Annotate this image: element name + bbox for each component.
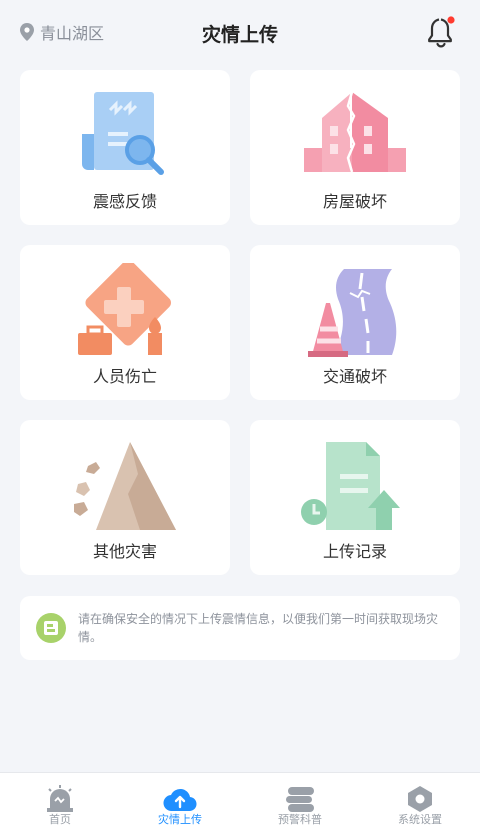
tab-disaster-upload[interactable]: 灾情上传 xyxy=(120,773,240,834)
page-title: 灾情上传 xyxy=(201,24,278,46)
card-label: 房屋破坏 xyxy=(322,192,387,211)
tab-warning-science[interactable]: 预警科普 xyxy=(240,773,360,834)
landslide-icon xyxy=(74,442,176,530)
card-casualties[interactable]: 人员伤亡 xyxy=(20,245,230,400)
card-label: 其他灾害 xyxy=(92,542,157,561)
notice-icon xyxy=(36,613,66,643)
card-other-disasters[interactable]: 其他灾害 xyxy=(20,420,230,575)
upload-record-icon xyxy=(301,442,400,530)
card-traffic-damage[interactable]: 交通破坏 xyxy=(250,245,460,400)
tab-label: 预警科普 xyxy=(278,813,322,826)
card-label: 震感反馈 xyxy=(92,192,157,211)
tab-label: 系统设置 xyxy=(398,813,442,826)
tab-settings[interactable]: 系统设置 xyxy=(360,773,480,834)
card-label: 上传记录 xyxy=(322,542,387,561)
alarm-icon xyxy=(47,785,73,812)
book-icon xyxy=(286,787,314,812)
cloud-upload-icon xyxy=(163,788,197,812)
cracked-road-icon xyxy=(308,269,397,357)
tab-label: 首页 xyxy=(49,813,71,826)
category-grid: 震感反馈 房屋破坏 人员伤亡 交通破坏 其他灾害 上传记录 xyxy=(20,70,460,575)
tab-label: 灾情上传 xyxy=(158,813,202,826)
tab-home[interactable]: 首页 xyxy=(0,773,120,834)
card-house-damage[interactable]: 房屋破坏 xyxy=(250,70,460,225)
bell-icon xyxy=(428,16,455,48)
header: 青山湖区 灾情上传 xyxy=(0,0,480,64)
first-aid-icon xyxy=(78,263,172,355)
cracked-building-icon xyxy=(304,91,406,173)
card-shake-feedback[interactable]: 震感反馈 xyxy=(20,70,230,225)
card-label: 交通破坏 xyxy=(322,367,387,386)
card-label: 人员伤亡 xyxy=(92,367,157,386)
notification-dot xyxy=(447,16,455,24)
card-upload-records[interactable]: 上传记录 xyxy=(250,420,460,575)
bottom-tab-bar: 首页 灾情上传 预警科普 系统设置 xyxy=(0,772,480,834)
settings-icon xyxy=(408,786,432,812)
document-search-icon xyxy=(82,92,164,175)
notice-text: 请在确保安全的情况下上传震情信息，以便我们第一时间获取现场灾情。 xyxy=(78,612,439,644)
notification-button[interactable] xyxy=(426,16,456,48)
safety-notice: 请在确保安全的情况下上传震情信息，以便我们第一时间获取现场灾情。 xyxy=(20,596,460,660)
